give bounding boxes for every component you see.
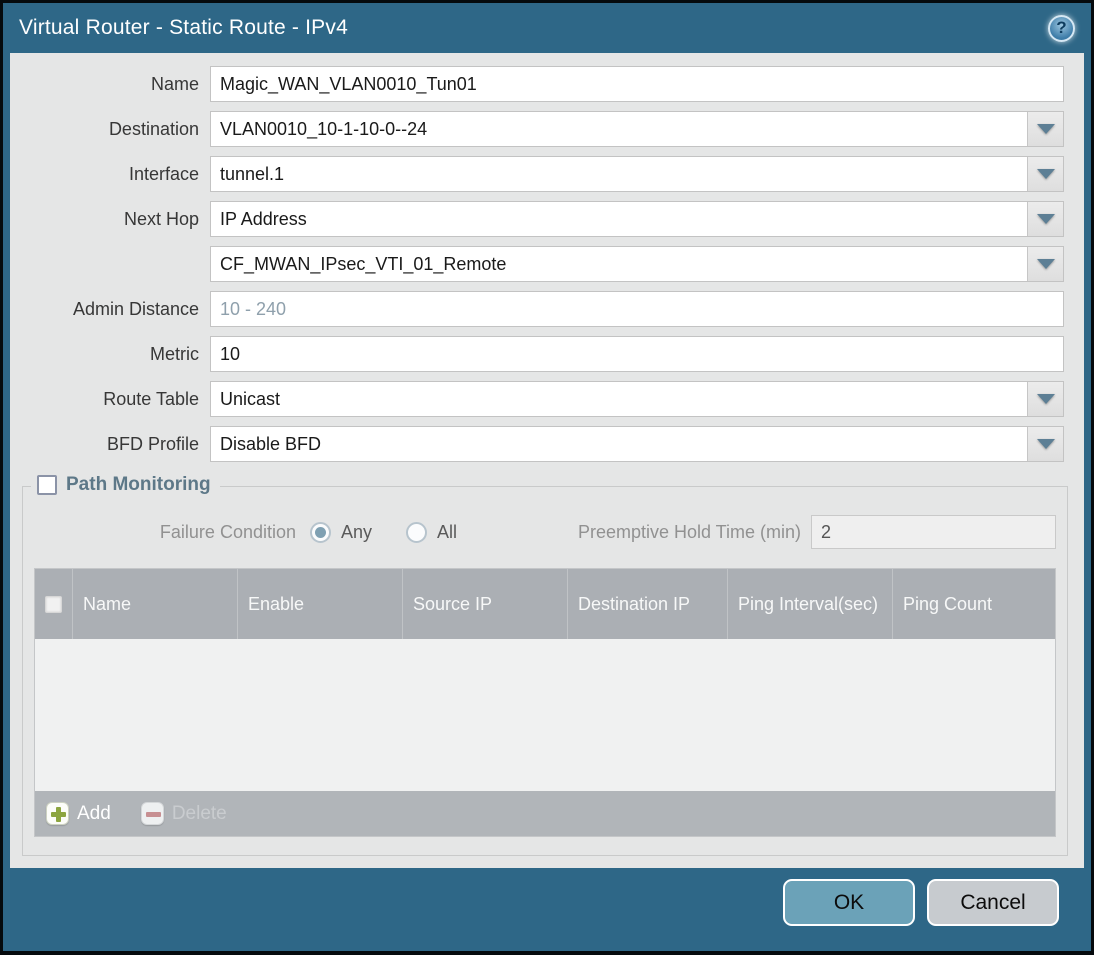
static-route-dialog: Virtual Router - Static Route - IPv4 ? N…	[0, 0, 1094, 955]
dialog-content: Name Destination Interface Next Hop	[10, 53, 1084, 868]
form-row-admin-distance: Admin Distance	[10, 291, 1064, 327]
route-table-field	[210, 381, 1064, 417]
dialog-title: Virtual Router - Static Route - IPv4	[19, 16, 348, 39]
add-button[interactable]: Add	[46, 802, 111, 825]
failure-condition-any-label: Any	[341, 521, 373, 542]
select-all-header-cell	[35, 569, 73, 639]
admin-distance-field	[210, 291, 1064, 327]
next-hop-type-input[interactable]	[211, 202, 1027, 236]
interface-input[interactable]	[211, 157, 1027, 191]
dialog-titlebar: Virtual Router - Static Route - IPv4 ?	[3, 3, 1091, 53]
path-monitoring-legend: Path Monitoring	[31, 474, 220, 496]
next-hop-address-field	[210, 246, 1064, 282]
delete-button[interactable]: Delete	[140, 802, 227, 825]
path-monitoring-table: Name Enable Source IP Destination IP Pin…	[34, 568, 1056, 837]
preemptive-hold-time-label: Preemptive Hold Time (min)	[577, 521, 801, 542]
path-monitoring-section: Path Monitoring Failure Condition Any Al…	[22, 474, 1068, 856]
bfd-profile-dropdown-button[interactable]	[1027, 427, 1063, 461]
destination-label: Destination	[108, 118, 199, 139]
destination-input[interactable]	[211, 112, 1027, 146]
path-monitoring-checkbox[interactable]	[37, 475, 57, 495]
plus-icon	[46, 802, 69, 825]
form-row-interface: Interface	[10, 156, 1064, 192]
chevron-down-icon	[1036, 439, 1055, 449]
select-all-checkbox[interactable]	[45, 595, 62, 613]
chevron-down-icon	[1036, 214, 1055, 224]
form-row-route-table: Route Table	[10, 381, 1064, 417]
next-hop-address-dropdown-button[interactable]	[1027, 247, 1063, 281]
table-toolbar: Add Delete	[35, 791, 1055, 836]
interface-field	[210, 156, 1064, 192]
chevron-down-icon	[1036, 169, 1055, 179]
form-row-destination: Destination	[10, 111, 1064, 147]
route-table-input[interactable]	[211, 382, 1027, 416]
metric-input[interactable]	[211, 337, 1063, 371]
delete-button-label: Delete	[171, 802, 227, 824]
ok-button[interactable]: OK	[783, 879, 915, 926]
add-button-label: Add	[77, 802, 111, 824]
dialog-footer: OK Cancel	[3, 867, 1091, 951]
column-header-enable: Enable	[238, 569, 403, 639]
failure-condition-all-radio[interactable]	[406, 521, 428, 543]
next-hop-label: Next Hop	[123, 208, 199, 229]
route-table-label: Route Table	[103, 388, 199, 409]
chevron-down-icon	[1036, 394, 1055, 404]
column-header-destination-ip: Destination IP	[568, 569, 728, 639]
failure-condition-label: Failure Condition	[159, 521, 296, 542]
admin-distance-input[interactable]	[211, 292, 1063, 326]
form-row-metric: Metric	[10, 336, 1064, 372]
interface-label: Interface	[128, 163, 199, 184]
next-hop-address-input[interactable]	[211, 247, 1027, 281]
chevron-down-icon	[1036, 124, 1055, 134]
interface-dropdown-button[interactable]	[1027, 157, 1063, 191]
form-row-next-hop-address	[10, 246, 1064, 282]
metric-label: Metric	[150, 343, 199, 364]
help-icon[interactable]: ?	[1048, 14, 1075, 42]
name-label: Name	[150, 73, 199, 94]
form-row-name: Name	[10, 66, 1064, 102]
next-hop-type-dropdown-button[interactable]	[1027, 202, 1063, 236]
preemptive-hold-time-input[interactable]	[811, 515, 1056, 549]
form-row-next-hop: Next Hop	[10, 201, 1064, 237]
table-body-empty	[35, 639, 1055, 791]
form-row-bfd-profile: BFD Profile	[10, 426, 1064, 462]
admin-distance-label: Admin Distance	[72, 298, 199, 319]
next-hop-type-field	[210, 201, 1064, 237]
destination-dropdown-button[interactable]	[1027, 112, 1063, 146]
bfd-profile-field	[210, 426, 1064, 462]
table-header-row: Name Enable Source IP Destination IP Pin…	[35, 569, 1055, 639]
route-table-dropdown-button[interactable]	[1027, 382, 1063, 416]
chevron-down-icon	[1036, 259, 1055, 269]
bfd-profile-label: BFD Profile	[106, 433, 199, 454]
failure-condition-any-radio[interactable]	[310, 521, 331, 543]
column-header-ping-interval: Ping Interval(sec)	[728, 569, 893, 639]
path-monitoring-title: Path Monitoring	[66, 474, 211, 495]
metric-field	[210, 336, 1064, 372]
name-input[interactable]	[211, 67, 1063, 101]
destination-field	[210, 111, 1064, 147]
failure-condition-all-label: All	[437, 521, 458, 542]
minus-icon	[140, 802, 164, 825]
column-header-name: Name	[73, 569, 238, 639]
failure-condition-row: Failure Condition Any All Preemptive Hol…	[34, 515, 1056, 549]
cancel-button[interactable]: Cancel	[927, 879, 1059, 926]
bfd-profile-input[interactable]	[211, 427, 1027, 461]
column-header-source-ip: Source IP	[403, 569, 568, 639]
name-field	[210, 66, 1064, 102]
column-header-ping-count: Ping Count	[903, 593, 993, 614]
